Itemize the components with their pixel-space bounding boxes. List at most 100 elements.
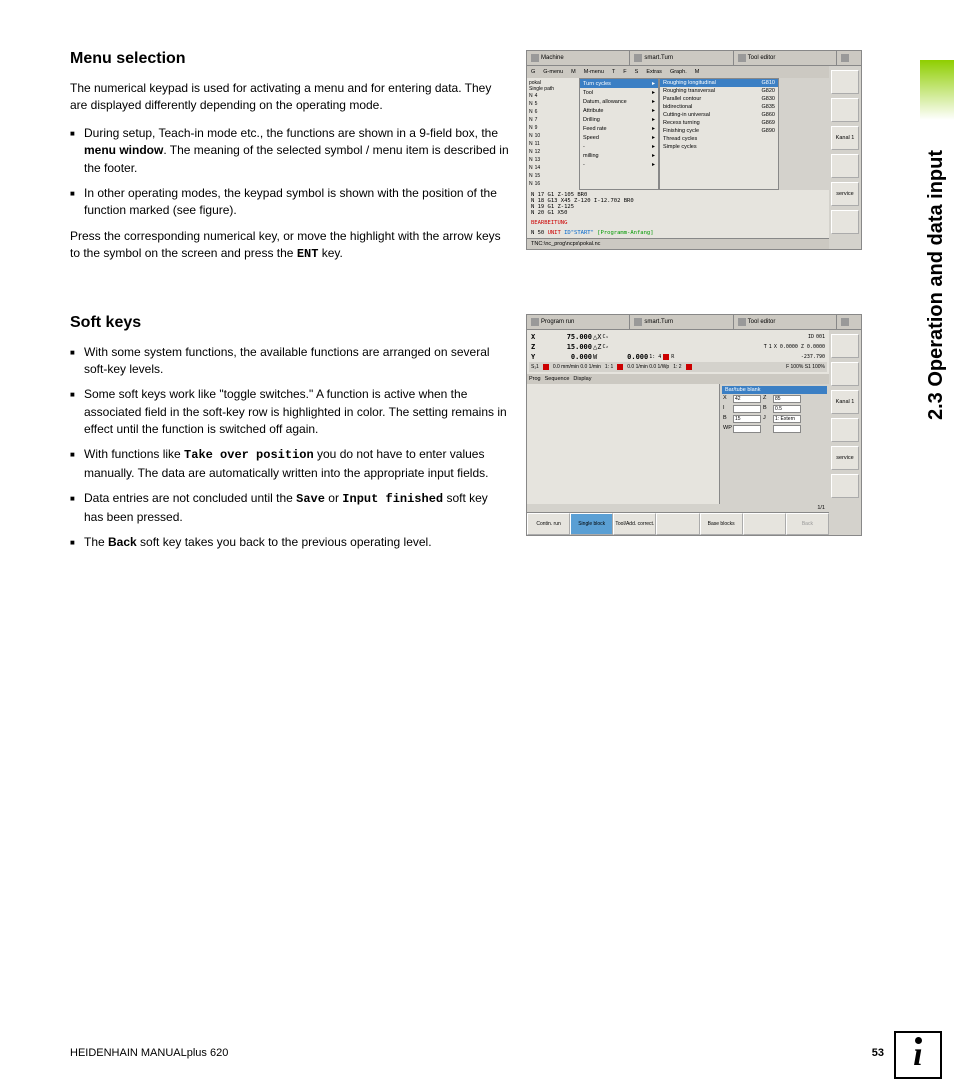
menu1-item[interactable]: Speed▸ (580, 133, 658, 142)
section-menu-selection: Menu selection The numerical keypad is u… (70, 50, 919, 274)
dialog-input[interactable] (773, 425, 801, 433)
s1-code-panel: pokal Single path N4N5N6N7N9N10N11N12N13… (527, 78, 579, 190)
s1-tab-machine[interactable]: Machine (527, 51, 630, 65)
menu1-item[interactable]: Tool▸ (580, 88, 658, 97)
s2-toolbar: Prog Sequence Display (527, 374, 829, 384)
s2-axis-readout: X 75.000 △X C₁ID001 Z 15.000 △Z C₂T1X 0.… (527, 330, 829, 374)
side-button[interactable] (831, 98, 859, 122)
tb2-sequence[interactable]: Sequence (545, 376, 570, 382)
info-icon: ı (894, 1031, 942, 1079)
tb-extras[interactable]: Extras (644, 68, 664, 76)
menu2-item[interactable]: Thread cycles (660, 135, 778, 143)
dialog-title: Bar/tube blank (722, 386, 827, 394)
tb-g[interactable]: G (529, 68, 537, 76)
menu2-item[interactable]: bidirectionalG835 (660, 103, 778, 111)
para-1: The numerical keypad is used for activat… (70, 80, 510, 115)
menu1-item[interactable]: Datum, allowance▸ (580, 97, 658, 106)
side-button[interactable]: Kanal 1 (831, 126, 859, 150)
dialog-input[interactable] (733, 415, 761, 423)
menu1-item[interactable]: Feed rate▸ (580, 124, 658, 133)
heading-menu-selection: Menu selection (70, 50, 510, 68)
side-button[interactable]: service (831, 182, 859, 206)
menu2-item[interactable]: Parallel contourG830 (660, 95, 778, 103)
side-button[interactable] (831, 362, 859, 386)
side-button[interactable]: service (831, 446, 859, 470)
menu2-item[interactable]: Roughing longitudinalG810 (660, 79, 778, 87)
s2-tab-tooleditor[interactable]: Tool editor (734, 315, 837, 329)
softkey[interactable]: Single block (570, 513, 613, 535)
menu1-item[interactable]: milling▸ (580, 151, 658, 160)
section-number-title: 2.3 Operation and data input (925, 60, 948, 420)
softkey[interactable]: Contin. run (527, 513, 570, 535)
menu2-item[interactable]: Finishing cycleG890 (660, 127, 778, 135)
s1-statusbar: TNC:\nc_prog\ncps\pokal.nc (527, 238, 829, 249)
bullet-sk-3: With functions like Take over position y… (70, 446, 510, 482)
s2-tab-extra[interactable] (837, 315, 861, 329)
menu1-item[interactable]: Drilling▸ (580, 115, 658, 124)
dialog-input[interactable] (733, 395, 761, 403)
side-button[interactable] (831, 334, 859, 358)
s1-submenu-2: Roughing longitudinalG810Roughing transv… (659, 78, 779, 190)
s1-submenu-1: Turn cycles▸Tool▸Datum, allowance▸Attrib… (579, 78, 659, 190)
tb-t[interactable]: T (610, 68, 617, 76)
tb-mmenu[interactable]: M-menu (582, 68, 606, 76)
menu2-item[interactable]: Roughing transversalG820 (660, 87, 778, 95)
s1-tab-smartturn[interactable]: smart.Turn (630, 51, 733, 65)
side-button[interactable] (831, 70, 859, 94)
dialog-input[interactable] (733, 425, 761, 433)
tb-graph[interactable]: Graph. (668, 68, 689, 76)
s1-toolbar: G G-menu M M-menu T F S Extras Graph. M (527, 66, 829, 78)
code-line: N7 (529, 116, 577, 124)
menu2-item[interactable]: Cutting-in universalG860 (660, 111, 778, 119)
bullet-list-1: During setup, Teach-in mode etc., the fu… (70, 125, 510, 220)
softkey[interactable]: Tool/Add. correct. (613, 513, 656, 535)
bullet-2: In other operating modes, the keypad sym… (70, 185, 510, 220)
code-line: N15 (529, 172, 577, 180)
axis-row-z: Z 15.000 △Z C₂T1X 0.0000 Z 0.0000 (529, 342, 827, 352)
info-dot-icon (915, 1037, 922, 1044)
tool-icon (738, 54, 746, 62)
tb-f[interactable]: F (621, 68, 628, 76)
softkey[interactable] (656, 513, 699, 535)
menu1-item[interactable]: Turn cycles▸ (580, 79, 658, 88)
s2-softkey-row: Contin. runSingle blockTool/Add. correct… (527, 512, 829, 535)
menu2-item[interactable]: Simple cycles (660, 143, 778, 151)
code-line: N11 (529, 140, 577, 148)
side-button[interactable] (831, 474, 859, 498)
s2-tab-smartturn[interactable]: smart.Turn (630, 315, 733, 329)
menu1-item[interactable]: Attribute▸ (580, 106, 658, 115)
diamond-icon (634, 318, 642, 326)
menu1-item[interactable]: -▸ (580, 160, 658, 169)
s1-tab-extra[interactable] (837, 51, 861, 65)
tb2-display[interactable]: Display (573, 376, 591, 382)
softkey[interactable]: Base blocks (700, 513, 743, 535)
dialog-input[interactable] (773, 415, 801, 423)
dialog-row: XZ (722, 394, 827, 404)
code-line: N4 (529, 92, 577, 100)
dialog-input[interactable] (773, 395, 801, 403)
menu2-item[interactable]: Recess turningG869 (660, 119, 778, 127)
softkey[interactable] (743, 513, 786, 535)
s2-tab-programrun[interactable]: Program run (527, 315, 630, 329)
side-button[interactable]: Kanal 1 (831, 390, 859, 414)
side-button[interactable] (831, 418, 859, 442)
arrow-icon (531, 318, 539, 326)
code-line: N5 (529, 100, 577, 108)
menu1-item[interactable]: -▸ (580, 142, 658, 151)
side-button[interactable] (831, 154, 859, 178)
tb-m[interactable]: M (569, 68, 578, 76)
tb2-prog[interactable]: Prog (529, 376, 541, 382)
tb-gmenu[interactable]: G-menu (541, 68, 565, 76)
s1-tab-tooleditor[interactable]: Tool editor (734, 51, 837, 65)
softkey[interactable]: Back (786, 513, 829, 535)
dialog-input[interactable] (773, 405, 801, 413)
save-icon (841, 318, 849, 326)
dialog-input[interactable] (733, 405, 761, 413)
s1-code-lines: N 17 G1 Z-105 BR0N 18 G13 X45 Z-120 I-12… (527, 190, 829, 218)
dialog-row: WP (722, 424, 827, 434)
side-button[interactable] (831, 210, 859, 234)
tb-m2[interactable]: M (693, 68, 702, 76)
tb-s[interactable]: S (633, 68, 641, 76)
screenshot-1: Machine smart.Turn Tool editor G G-menu … (526, 50, 862, 250)
bullet-sk-4: Data entries are not concluded until the… (70, 490, 510, 526)
